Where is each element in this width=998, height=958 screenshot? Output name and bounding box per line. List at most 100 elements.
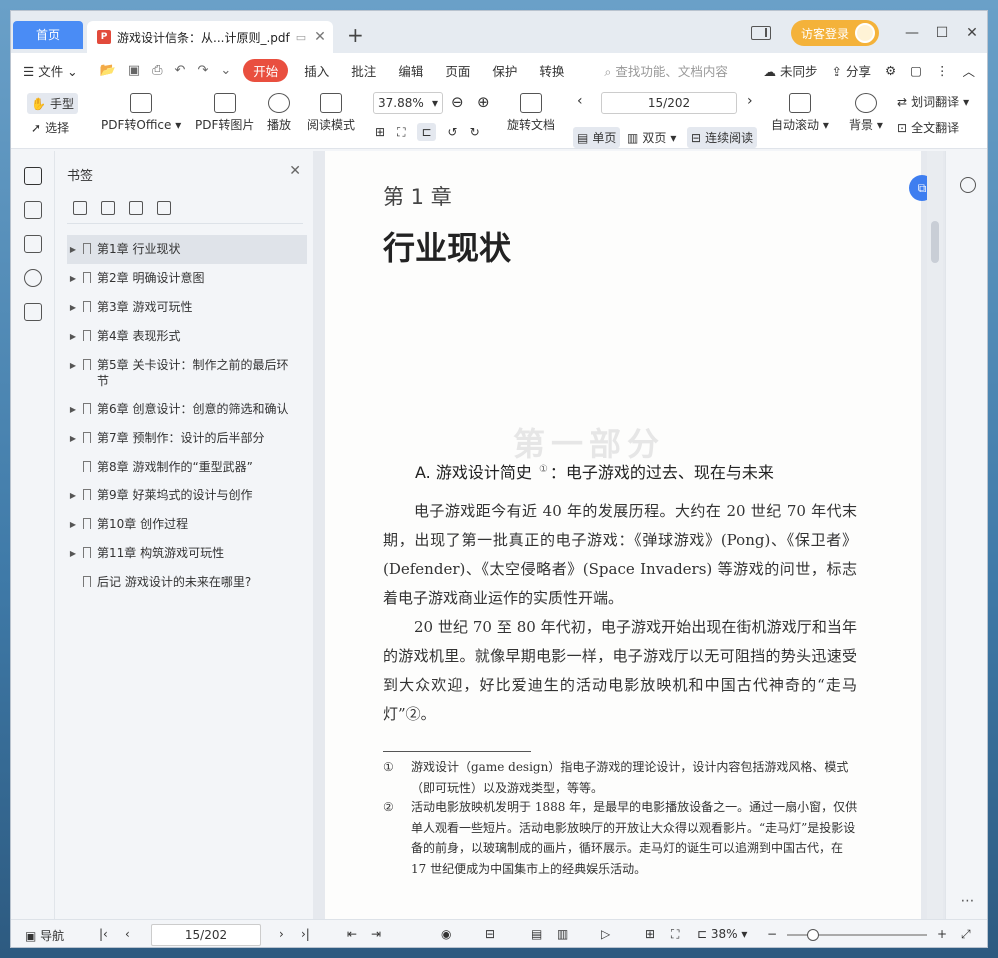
prev-page-status-icon[interactable]: ‹ bbox=[125, 927, 130, 941]
quick-access-dropdown-icon[interactable]: ⌄ bbox=[220, 63, 231, 78]
zoom-out-status-icon[interactable]: − bbox=[767, 927, 777, 941]
fit-page-icon[interactable]: ⛶ bbox=[397, 125, 405, 140]
vertical-scrollbar[interactable] bbox=[927, 151, 943, 919]
share-button[interactable]: ⇪ 分享 bbox=[831, 61, 870, 80]
menu-page[interactable]: 页面 bbox=[445, 61, 470, 80]
expand-arrow-icon[interactable]: ▶ bbox=[67, 328, 79, 345]
page-input[interactable]: 15/202 bbox=[601, 92, 737, 114]
full-translate-button[interactable]: ⊡ 全文翻译 bbox=[897, 119, 959, 136]
menu-edit[interactable]: 编辑 bbox=[398, 61, 423, 80]
start-menu-tab[interactable]: 开始 bbox=[243, 58, 289, 82]
rotate-document-button[interactable]: 旋转文档 bbox=[507, 93, 555, 133]
prev-page-icon[interactable]: ‹ bbox=[577, 93, 583, 109]
single-page-button[interactable]: ▤ 单页 bbox=[573, 127, 621, 148]
redo-icon[interactable]: ↷ bbox=[197, 63, 208, 78]
status-page-input[interactable]: 15/202 bbox=[151, 924, 261, 946]
read-mode-button[interactable]: 阅读模式 bbox=[307, 93, 355, 133]
actual-size-status-icon[interactable]: ⊞ bbox=[645, 927, 655, 941]
reader-mode-icon[interactable] bbox=[750, 26, 771, 40]
zoom-out-icon[interactable]: ⊖ bbox=[451, 93, 464, 111]
next-page-icon[interactable]: › bbox=[747, 93, 753, 109]
expand-arrow-icon[interactable]: ▶ bbox=[67, 516, 79, 533]
continuous-read-button[interactable]: ⊟ 连续阅读 bbox=[687, 127, 758, 148]
background-button[interactable]: 背景 ▾ bbox=[849, 93, 883, 133]
comment-panel-icon[interactable] bbox=[23, 235, 42, 253]
expand-arrow-icon[interactable]: ▶ bbox=[67, 357, 79, 374]
bookmark-item[interactable]: 第8章 游戏制作的“重型武器” bbox=[67, 453, 307, 481]
word-translate-button[interactable]: ⇄ 划词翻译 ▾ bbox=[897, 93, 969, 110]
zoom-status[interactable]: ⊏ 38% ▾ bbox=[697, 927, 747, 941]
select-tool[interactable]: ➚ 选择 bbox=[31, 119, 69, 136]
tab-close-icon[interactable]: ✕ bbox=[314, 29, 326, 45]
first-page-icon[interactable]: |‹ bbox=[99, 927, 108, 941]
minimize-button[interactable]: — bbox=[897, 25, 927, 41]
last-page-icon[interactable]: ›| bbox=[301, 927, 310, 941]
panel-close-icon[interactable]: ✕ bbox=[289, 163, 301, 179]
file-menu[interactable]: ☰ 文件 ⌄ bbox=[23, 61, 78, 80]
bookmark-plus-icon[interactable] bbox=[129, 201, 143, 215]
expand-arrow-icon[interactable]: ▶ bbox=[67, 545, 79, 562]
single-page-status-icon[interactable]: ▤ bbox=[531, 927, 542, 941]
bookmark-icon[interactable] bbox=[23, 167, 42, 185]
expand-arrow-icon[interactable]: ▶ bbox=[67, 270, 79, 287]
pdf-to-office-button[interactable]: PDF转Office ▾ bbox=[101, 93, 181, 133]
zoom-in-status-icon[interactable]: + bbox=[937, 927, 947, 941]
attachment-icon[interactable] bbox=[23, 269, 42, 287]
pdf-to-image-button[interactable]: PDF转图片 bbox=[195, 93, 254, 133]
menu-insert[interactable]: 插入 bbox=[304, 61, 329, 80]
tab-monitor-icon[interactable]: ▭ bbox=[296, 31, 306, 44]
bookmark-item[interactable]: ▶ 第2章 明确设计意图 bbox=[67, 264, 307, 293]
settings-icon[interactable]: ⚙ bbox=[885, 63, 896, 78]
fit-width-icon[interactable]: ⊏ bbox=[417, 123, 436, 141]
add-bookmark-icon[interactable] bbox=[73, 201, 87, 215]
open-icon[interactable]: 📂 bbox=[100, 63, 116, 78]
scrollbar-thumb[interactable] bbox=[931, 221, 939, 263]
close-button[interactable]: ✕ bbox=[957, 25, 987, 41]
signature-icon[interactable] bbox=[23, 303, 42, 321]
bookmark-item[interactable]: ▶ 第1章 行业现状 bbox=[67, 235, 307, 264]
comment-icon[interactable]: ▢ bbox=[910, 63, 922, 78]
fit-page-status-icon[interactable]: ⛶ bbox=[671, 927, 679, 942]
more-options-icon[interactable]: ⋯ bbox=[946, 893, 987, 909]
expand-arrow-icon[interactable]: ▶ bbox=[67, 241, 79, 258]
expand-arrow-icon[interactable]: ▶ bbox=[67, 430, 79, 447]
bookmark-item[interactable]: ▶ 第4章 表现形式 bbox=[67, 322, 307, 351]
menu-convert[interactable]: 转换 bbox=[539, 61, 564, 80]
delete-bookmark-icon[interactable] bbox=[101, 201, 115, 215]
rotate-left-icon[interactable]: ↺ bbox=[448, 125, 458, 139]
search-doc-icon[interactable] bbox=[959, 177, 976, 193]
forward-icon[interactable]: ⇥ bbox=[371, 927, 381, 941]
guest-login-button[interactable]: 访客登录 bbox=[790, 20, 879, 46]
undo-icon[interactable]: ↶ bbox=[175, 63, 186, 78]
zoom-in-icon[interactable]: ⊕ bbox=[477, 93, 490, 111]
bookmark-item[interactable]: ▶ 第6章 创意设计：创意的筛选和确认 bbox=[67, 395, 307, 424]
bookmark-item[interactable]: ▶ 第10章 创作过程 bbox=[67, 510, 307, 539]
sync-button[interactable]: ☁ 未同步 bbox=[763, 61, 817, 80]
zoom-slider[interactable] bbox=[787, 929, 927, 941]
zoom-slider-knob[interactable] bbox=[807, 929, 819, 941]
document-tab[interactable]: P 游戏设计信条：从...计原则_.pdf ▭ ✕ bbox=[87, 21, 333, 53]
continuous-status-icon[interactable]: ⊟ bbox=[485, 927, 495, 941]
bookmark-item[interactable]: 后记 游戏设计的未来在哪里? bbox=[67, 568, 307, 596]
print-icon[interactable]: ⎙ bbox=[152, 63, 162, 78]
search-field[interactable]: ⌕ 查找功能、文档内容 bbox=[604, 61, 728, 80]
play-status-icon[interactable]: ▷ bbox=[601, 927, 610, 941]
auto-scroll-button[interactable]: 自动滚动 ▾ bbox=[771, 93, 829, 133]
expand-arrow-icon[interactable]: ▶ bbox=[67, 401, 79, 418]
menu-annotate[interactable]: 批注 bbox=[351, 61, 376, 80]
bookmark-item[interactable]: ▶ 第3章 游戏可玩性 bbox=[67, 293, 307, 322]
expand-arrow-icon[interactable]: ▶ bbox=[67, 487, 79, 504]
bookmark-item[interactable]: ▶ 第7章 预制作：设计的后半部分 bbox=[67, 424, 307, 453]
zoom-select[interactable]: 37.88% ▾ bbox=[373, 92, 443, 114]
double-page-button[interactable]: ▥ 双页 ▾ bbox=[627, 129, 676, 146]
bookmark-item[interactable]: ▶ 第5章 关卡设计：制作之前的最后环节 bbox=[67, 351, 307, 395]
bookmark-flag-icon[interactable] bbox=[157, 201, 171, 215]
home-tab[interactable]: 首页 bbox=[13, 21, 83, 49]
play-button[interactable]: 播放 bbox=[267, 93, 291, 133]
bookmark-item[interactable]: ▶ 第9章 好莱坞式的设计与创作 bbox=[67, 481, 307, 510]
thumbnail-icon[interactable] bbox=[23, 201, 42, 219]
nav-button[interactable]: ▣ 导航 bbox=[25, 927, 64, 944]
hand-tool[interactable]: ✋ 手型 bbox=[27, 93, 78, 114]
next-page-status-icon[interactable]: › bbox=[279, 927, 284, 941]
menu-protect[interactable]: 保护 bbox=[492, 61, 517, 80]
